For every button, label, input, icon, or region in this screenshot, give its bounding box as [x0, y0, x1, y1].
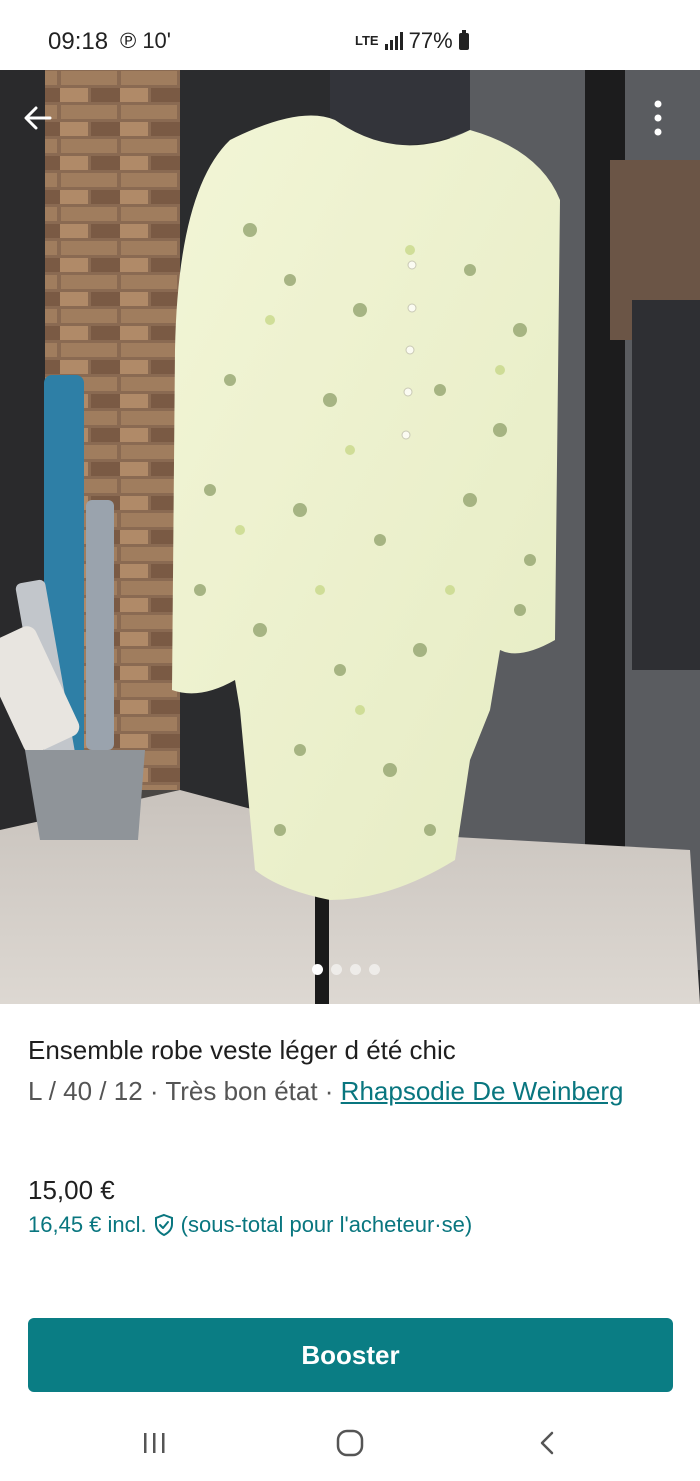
system-nav-bar [0, 1405, 700, 1481]
listing-title: Ensemble robe veste léger d été chic [28, 1035, 456, 1065]
more-vert-icon[interactable] [640, 96, 676, 140]
dress-photo-image [0, 70, 700, 1004]
buyer-price[interactable]: 16,45 € incl. (sous-total pour l'acheteu… [28, 1212, 472, 1238]
carousel-dot[interactable] [312, 964, 323, 975]
listing-meta: L / 40 / 12 · Très bon état · Rhapsodie … [28, 1072, 678, 1110]
buyer-price-note: (sous-total pour l'acheteur·se) [180, 1212, 473, 1237]
carousel-dot[interactable] [369, 964, 380, 975]
buyer-price-value: 16,45 € incl. [28, 1212, 147, 1237]
carousel-indicator [312, 964, 380, 975]
home-icon[interactable] [334, 1427, 366, 1459]
listing-price: 15,00 € [28, 1175, 115, 1205]
carousel-dot[interactable] [331, 964, 342, 975]
battery-icon [458, 29, 469, 50]
signal-icon [384, 32, 403, 50]
battery-percent: 77% [408, 28, 453, 53]
recent-apps-icon[interactable] [140, 1427, 170, 1459]
booster-button[interactable]: Booster [28, 1318, 673, 1392]
listing-size: L / 40 / 12 [28, 1076, 143, 1106]
carousel-dot[interactable] [350, 964, 361, 975]
brand-link[interactable]: Rhapsodie De Weinberg [341, 1076, 624, 1106]
shield-check-icon [154, 1213, 173, 1237]
lte-icon: LTE [355, 33, 379, 48]
status-bar: 09:18 ℗ 10' LTE 77% [0, 0, 700, 70]
listing-photo[interactable] [0, 70, 700, 1004]
status-time: 09:18 [48, 28, 109, 55]
back-arrow-icon[interactable] [18, 98, 58, 138]
nav-back-icon[interactable] [532, 1427, 562, 1459]
meta-separator: · [142, 1076, 166, 1106]
meta-separator: · [317, 1076, 341, 1106]
status-indicators: LTE 77% [355, 28, 469, 54]
listing-condition: Très bon état [165, 1076, 318, 1106]
notification-icon: ℗ 10' [120, 28, 171, 53]
